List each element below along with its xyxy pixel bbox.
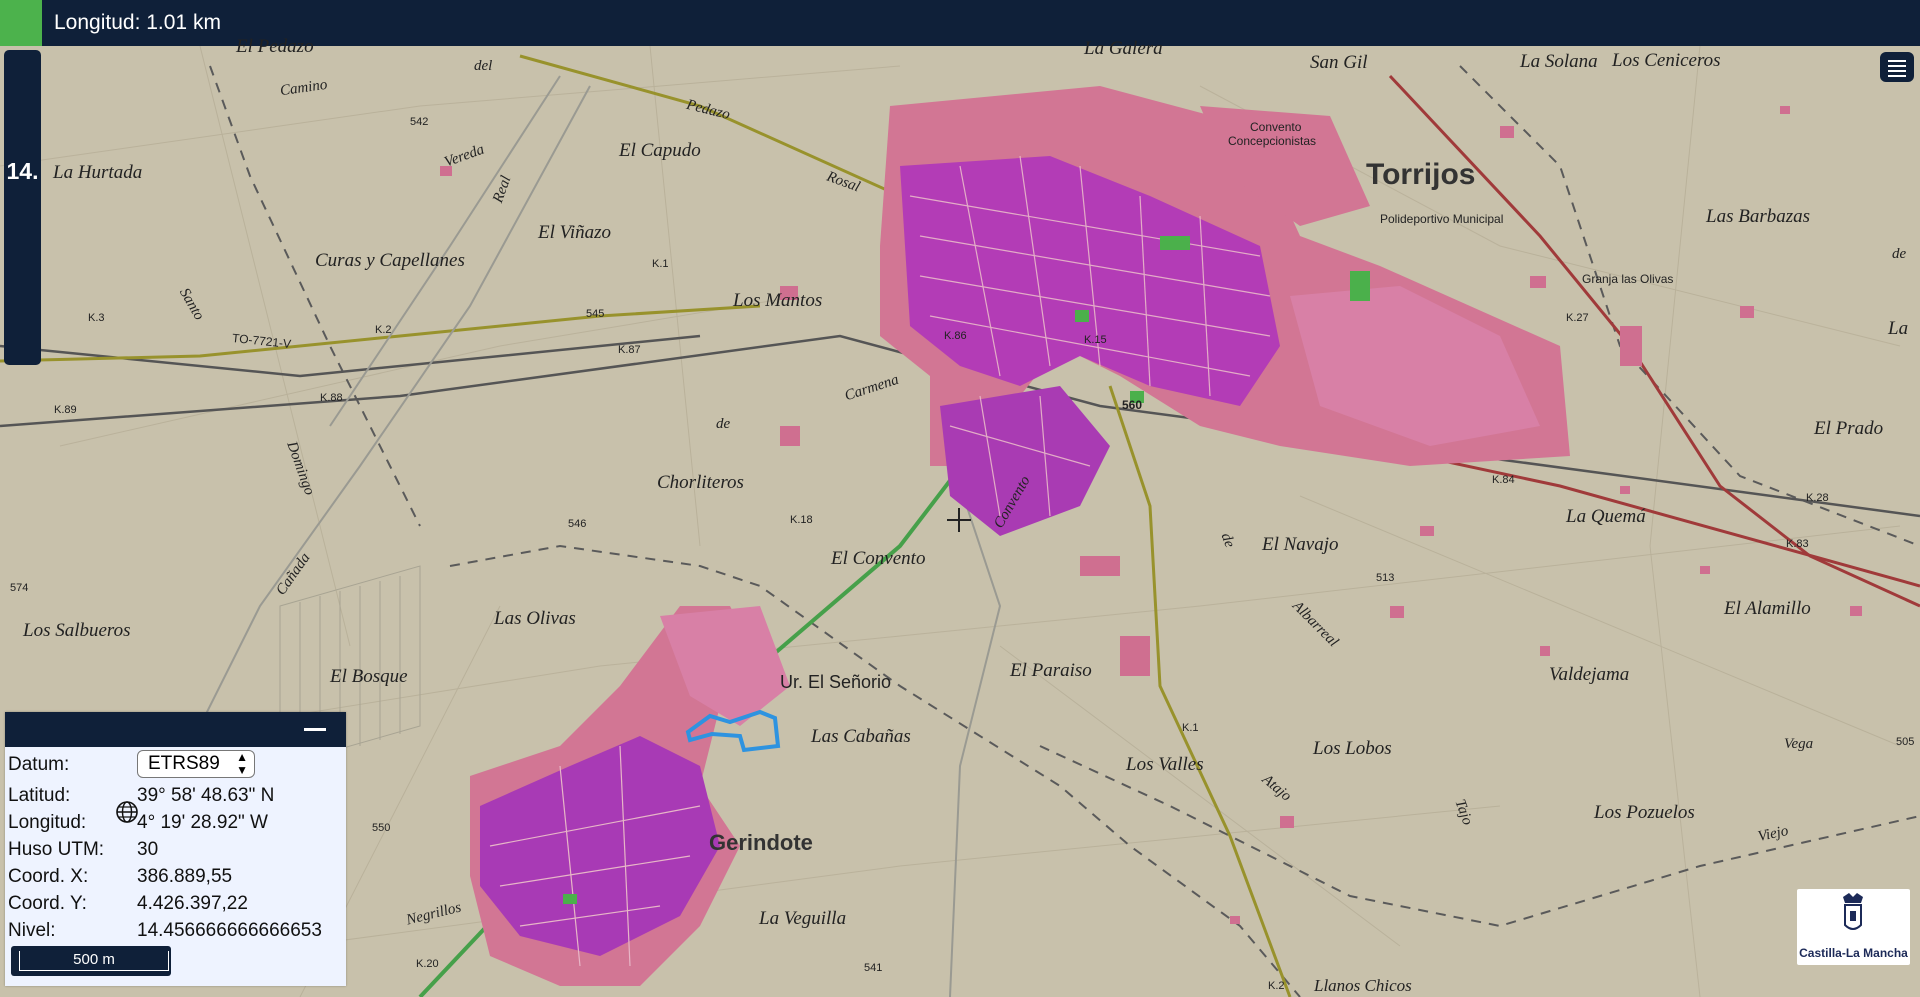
map-label-los-salbueros: Los Salbueros [23,620,131,641]
map-label-e542: 542 [410,116,429,128]
layers-icon [1888,60,1906,62]
map-label-llanos-chicos: Llanos Chicos [1314,976,1412,995]
map-label-las-olivas: Las Olivas [494,608,576,629]
measure-length-label: Longitud: 1.01 km [54,11,221,34]
map-label-k27: K.27 [1566,312,1589,324]
map-label-gerindote: Gerindote [709,830,813,855]
coord-y-value: 4.426.397,22 [137,893,248,914]
logo-name: Castilla-La Mancha [1799,946,1908,960]
zoom-level-tab[interactable]: 14. [4,50,41,365]
map-label-e513: 513 [1376,572,1395,584]
crest-icon [1843,893,1863,930]
map-label-e574: 574 [10,582,29,594]
map-label-la-galera: La Galera [1084,38,1163,59]
coord-x-value: 386.889,55 [137,866,233,887]
map-label-el-senorio: Ur. El Señorio [780,672,892,692]
map-label-k1b: K.1 [1182,722,1199,734]
huso-value: 30 [137,839,159,860]
map-label-del: del [474,58,493,74]
map-label-el-navajo: El Navajo [1262,534,1339,555]
zoom-level-label: 14. [6,158,39,184]
map-label-k20: K.20 [416,958,439,970]
map-label-los-mantos: Los Mantos [733,290,823,311]
map-label-el-bosque: El Bosque [330,666,408,687]
map-label-de-1: de [716,416,731,432]
map-label-k88: K.88 [320,392,343,404]
map-label-las-cabanas: Las Cabañas [811,726,911,747]
map-label-convento: Convento [1250,120,1302,134]
scale-bar: 500 m [11,946,171,976]
latitude-value: 39° 58' 48.63" N [137,785,275,806]
map-label-la-quema: La Quemá [1566,506,1646,527]
huso-label: Huso UTM: [8,839,105,860]
coord-y-label: Coord. Y: [8,893,87,914]
map-label-torrijos: Torrijos [1366,158,1476,191]
datum-value: ETRS89 [148,753,220,774]
map-label-k1: K.1 [652,258,669,270]
map-label-k28: K.28 [1806,492,1829,504]
globe-icon[interactable] [115,800,139,824]
map-label-la-veguilla: La Veguilla [759,908,847,929]
longitude-value: 4° 19' 28.92" W [137,812,268,833]
scale-bar-label: 500 m [19,951,169,971]
map-label-de-2: de [1892,246,1907,262]
select-arrows-icon: ▲ ▼ [236,750,248,777]
nivel-value: 14.456666666666653 [137,920,322,941]
map-label-k87: K.87 [618,344,641,356]
map-label-e505: 505 [1896,736,1915,748]
nivel-label: Nivel: [8,920,56,941]
map-label-concepcionistas: Concepcionistas [1228,134,1317,148]
castilla-la-mancha-logo[interactable]: Castilla-La Mancha [1797,889,1910,965]
map-label-la-solana: La Solana [1520,51,1598,72]
map-label-k84: K.84 [1492,474,1515,486]
map-label-la: La [1888,318,1909,339]
coordinates-panel: Datum: ETRS89 ▲ ▼ Latitud: 39° 58' 48.63"… [5,712,346,986]
map-label-valdejama: Valdejama [1549,664,1630,685]
map-label-k86: K.86 [944,330,967,342]
map-label-k18: K.18 [790,514,813,526]
longitude-label: Longitud: [8,812,87,833]
map-label-el-paraiso: El Paraiso [1010,660,1092,681]
map-label-los-valles: Los Valles [1126,754,1204,775]
layers-button[interactable] [1880,52,1914,82]
map-label-curas: Curas y Capellanes [315,250,465,271]
map-label-k2b: K.2 [1268,980,1285,992]
map-label-la-hurtada: La Hurtada [53,162,143,183]
map-label-el-capudo: El Capudo [619,140,701,161]
latitude-label: Latitud: [8,785,71,806]
map-label-el-vinazo: El Viñazo [538,222,612,243]
topbar-accent [0,0,42,46]
map-label-las-barbazas: Las Barbazas [1706,206,1810,227]
map-label-el-alamillo: El Alamillo [1724,598,1811,619]
datum-select[interactable]: ETRS89 ▲ ▼ [137,750,255,778]
map-label-el-convento: El Convento [831,548,926,569]
map-label-los-ceniceros: Los Ceniceros [1612,50,1721,71]
coord-x-label: Coord. X: [8,866,89,887]
map-label-chorliteros: Chorliteros [657,472,744,493]
map-label-e550: 550 [372,822,391,834]
map-label-k83: K.83 [1786,538,1809,550]
map-label-vega: Vega [1784,736,1814,752]
map-label-polideportivo: Polideportivo Municipal [1380,212,1504,226]
map-label-e545: 545 [586,308,605,320]
map-label-k89: K.89 [54,404,77,416]
map-label-k3: K.3 [88,312,105,324]
minimize-button[interactable] [304,728,326,731]
map-label-e541: 541 [864,962,883,974]
map-label-k15: K.15 [1084,334,1107,346]
map-label-san-gil: San Gil [1310,52,1368,73]
map-label-el-prado: El Prado [1814,418,1884,439]
map-label-k2: K.2 [375,324,392,336]
map-crosshair [947,508,971,532]
map-label-e560: 560 [1122,398,1143,412]
map-label-los-lobos: Los Lobos [1313,738,1392,759]
coordinates-panel-header [5,712,346,747]
map-label-los-pozuelos: Los Pozuelos [1594,802,1695,823]
datum-label: Datum: [8,754,70,775]
map-label-el-pedazo: El Pedazo [236,36,314,57]
map-label-granja: Granja las Olivas [1582,272,1674,286]
map-label-e546: 546 [568,518,587,530]
